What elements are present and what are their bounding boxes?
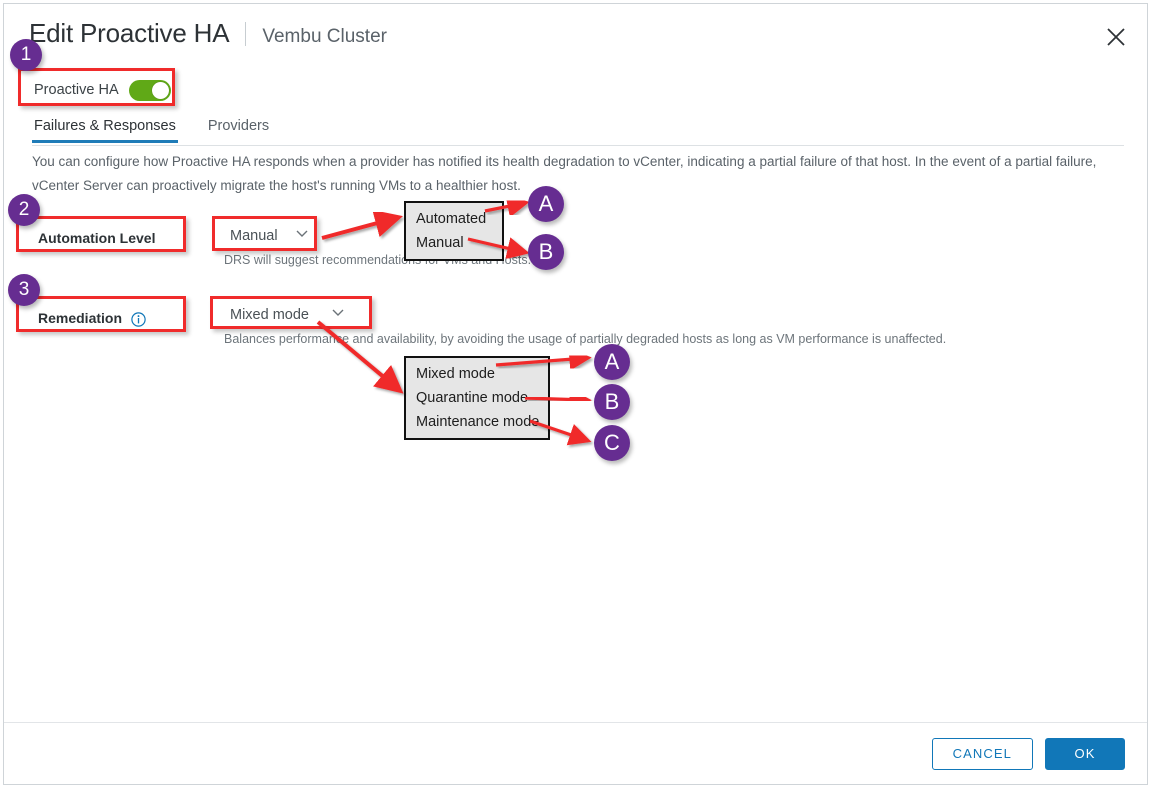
remediation-label: Remediation bbox=[38, 310, 146, 327]
intro-description: You can configure how Proactive HA respo… bbox=[32, 154, 1097, 193]
proactive-ha-label: Proactive HA bbox=[34, 82, 119, 98]
automation-level-dropdown-popup[interactable]: Automated Manual bbox=[404, 201, 504, 261]
tab-providers[interactable]: Providers bbox=[206, 118, 271, 143]
chevron-down-icon bbox=[322, 304, 352, 327]
remediation-value: Mixed mode bbox=[230, 307, 309, 323]
toggle-knob bbox=[151, 81, 169, 99]
proactive-ha-toggle[interactable] bbox=[128, 79, 171, 101]
dialog-subtitle: Vembu Cluster bbox=[262, 26, 387, 47]
tab-failures-and-responses[interactable]: Failures & Responses bbox=[32, 118, 178, 143]
remediation-option-quarantine-mode[interactable]: Quarantine mode bbox=[406, 386, 548, 410]
info-circle-icon[interactable] bbox=[131, 311, 146, 327]
chevron-down-icon bbox=[286, 225, 316, 248]
proactive-ha-row: Proactive HA bbox=[34, 78, 171, 102]
remediation-dropdown-popup[interactable]: Mixed mode Quarantine mode Maintenance m… bbox=[404, 356, 550, 440]
automation-level-value: Manual bbox=[230, 228, 278, 244]
close-icon[interactable] bbox=[1103, 24, 1129, 50]
automation-level-label: Automation Level bbox=[38, 230, 155, 246]
remediation-help: Balances performance and availability, b… bbox=[224, 332, 947, 346]
remediation-option-maintenance-mode[interactable]: Maintenance mode bbox=[406, 410, 548, 434]
remediation-option-mixed-mode[interactable]: Mixed mode bbox=[406, 362, 548, 386]
title-group: Edit Proactive HA Vembu Cluster bbox=[29, 18, 387, 49]
remediation-select[interactable]: Mixed mode bbox=[224, 304, 352, 328]
dialog-header: Edit Proactive HA Vembu Cluster bbox=[4, 4, 1147, 64]
title-divider bbox=[245, 22, 247, 46]
ok-button[interactable]: OK bbox=[1045, 737, 1125, 770]
automation-option-manual[interactable]: Manual bbox=[406, 231, 502, 255]
edit-proactive-ha-dialog: Edit Proactive HA Vembu Cluster Proactiv… bbox=[3, 3, 1148, 785]
dialog-footer: CANCEL OK bbox=[4, 722, 1147, 784]
tab-bar: Failures & Responses Providers bbox=[32, 118, 1124, 146]
cancel-button[interactable]: CANCEL bbox=[931, 737, 1033, 770]
page-title: Edit Proactive HA bbox=[29, 18, 230, 48]
automation-level-select[interactable]: Manual bbox=[224, 225, 316, 249]
automation-option-automated[interactable]: Automated bbox=[406, 207, 502, 231]
automation-level-label-text: Automation Level bbox=[38, 230, 156, 246]
remediation-label-text: Remediation bbox=[38, 310, 123, 326]
